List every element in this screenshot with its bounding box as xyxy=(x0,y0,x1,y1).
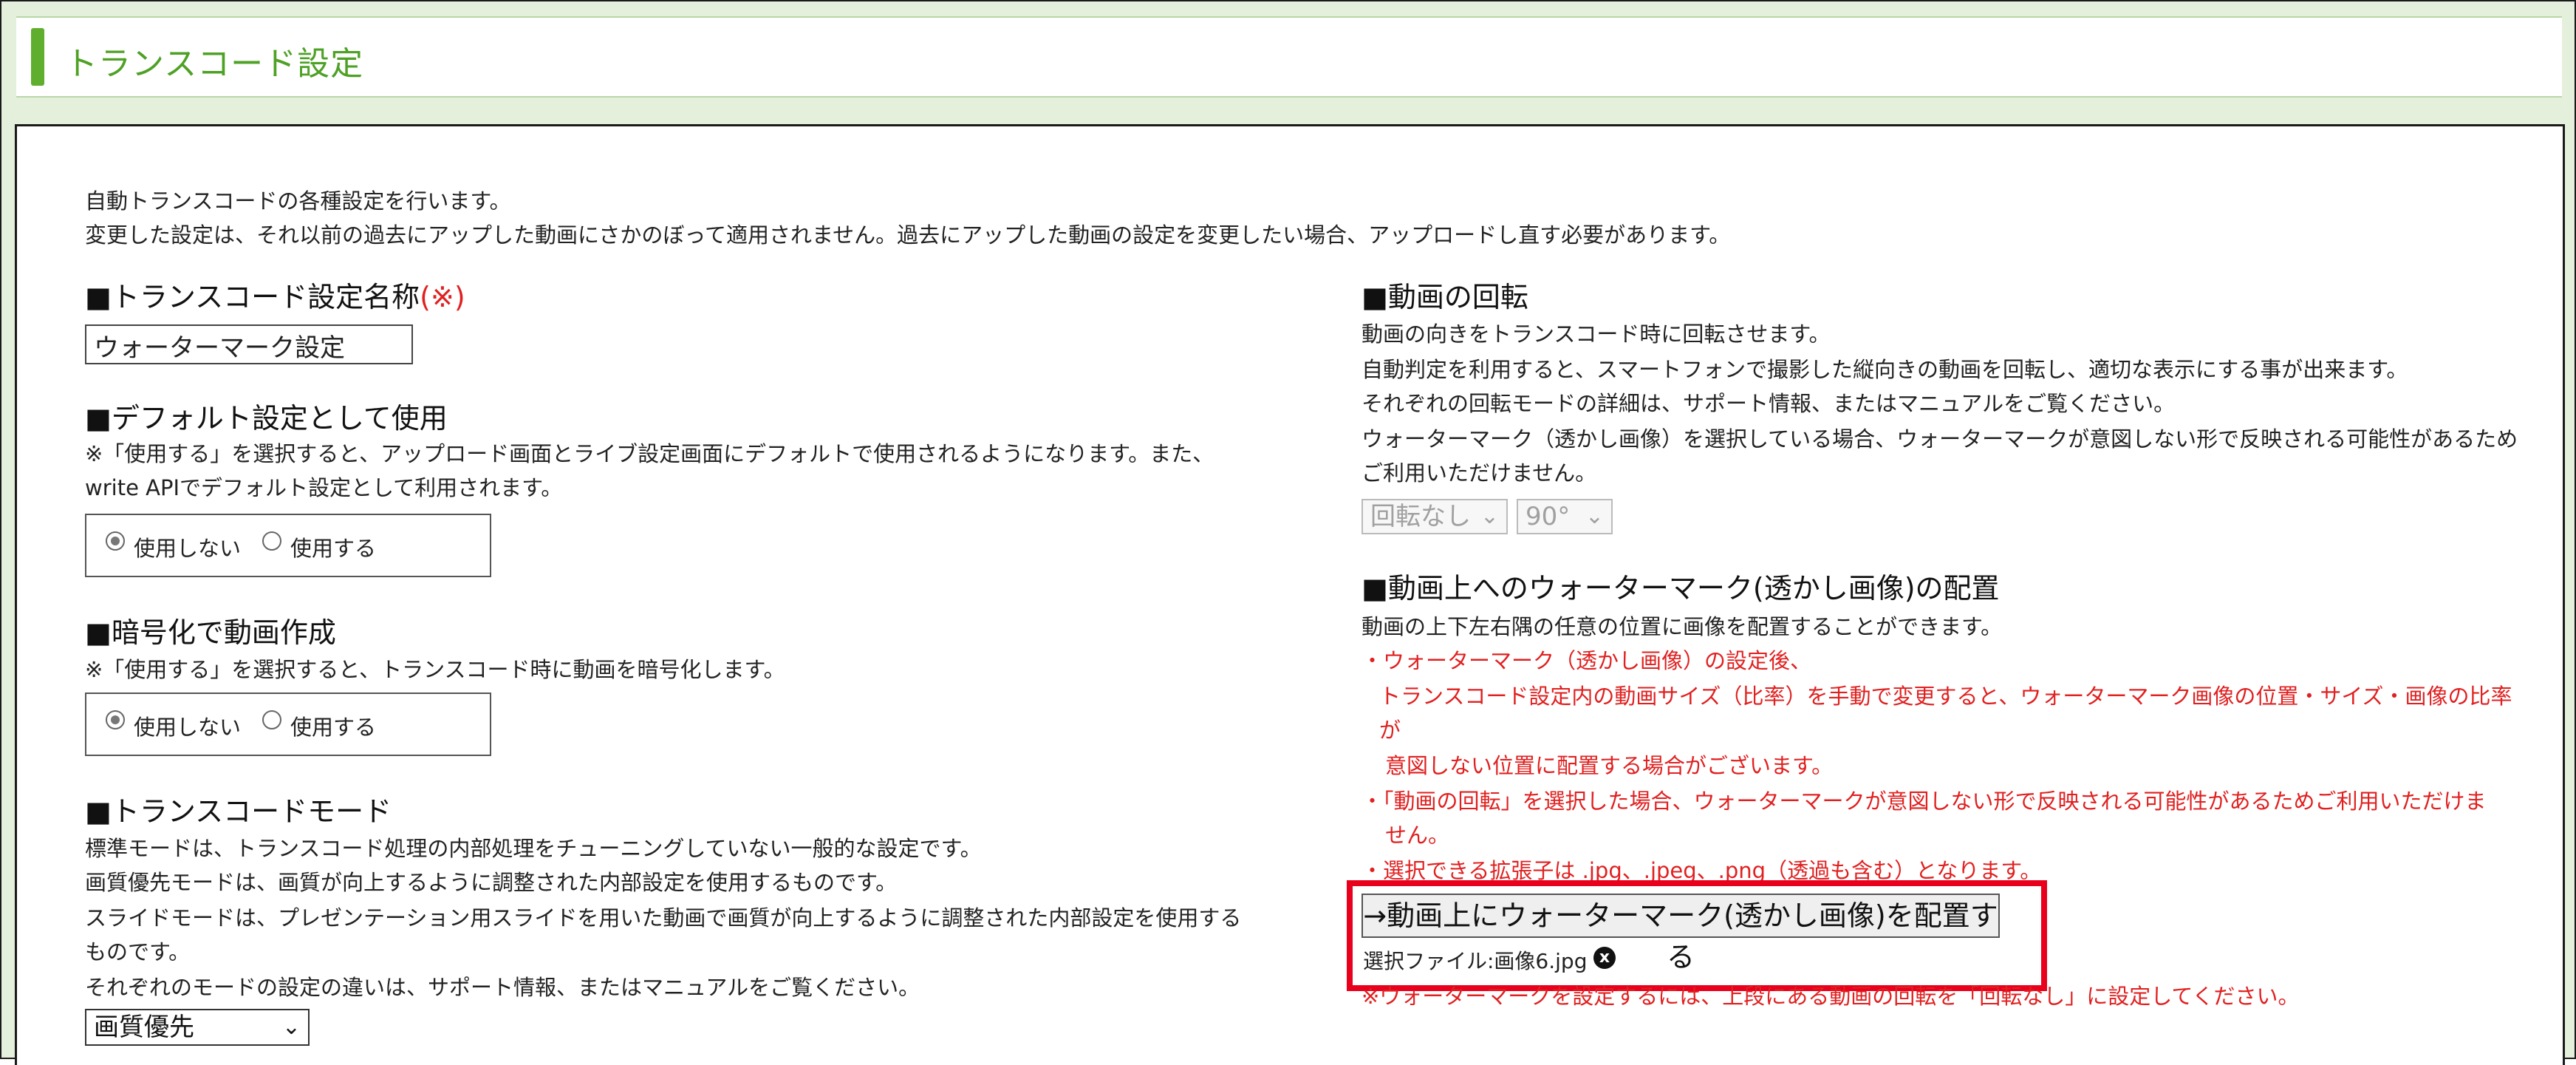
encrypt-radio-group: 使用しない 使用する xyxy=(85,693,491,756)
name-section-heading: ■トランスコード設定名称(※) xyxy=(85,274,465,315)
mode-line-4: ものです。 xyxy=(85,939,191,964)
watermark-warning-6: せん。 xyxy=(1385,823,1450,848)
mode-section-heading: ■トランスコードモード xyxy=(85,795,392,828)
name-heading-text: ■トランスコード設定名称 xyxy=(85,281,420,313)
rotation-line-2: 自動判定を利用すると、スマートフォンで撮影した縦向きの動画を回転し、適切な表示に… xyxy=(1362,357,2408,382)
chevron-down-icon: ⌄ xyxy=(1585,503,1604,529)
rotation-line-4: ウォーターマーク（透かし画像）を選択している場合、ウォーターマークが意図しない形… xyxy=(1362,426,2518,452)
default-radio-no[interactable] xyxy=(106,531,125,551)
encrypt-section-heading: ■暗号化で動画作成 xyxy=(85,616,336,649)
mode-line-3: スライドモードは、プレゼンテーション用スライドを用いた動画で画質が向上するように… xyxy=(85,905,1242,930)
rotation-section-heading: ■動画の回転 xyxy=(1362,281,1528,313)
rotation-angle-value: 90° xyxy=(1526,502,1571,531)
watermark-warning-5: ・「動画の回転」を選択した場合、ウォーターマークが意図しない形で反映される可能性… xyxy=(1362,789,2487,814)
watermark-line-1: 動画の上下左右隅の任意の位置に画像を配置することができます。 xyxy=(1362,614,2003,639)
encrypt-radio-yes[interactable] xyxy=(262,710,281,729)
mode-line-2: 画質優先モードは、画質が向上するように調整された内部設定を使用するものです。 xyxy=(85,870,898,895)
chevron-down-icon: ⌄ xyxy=(281,1014,301,1040)
encrypt-radio-yes-label: 使用する xyxy=(290,715,377,740)
rotation-line-5: ご利用いただけません。 xyxy=(1362,460,1597,486)
place-watermark-button[interactable]: →動画上にウォーターマーク(透かし画像)を配置する xyxy=(1362,894,2000,973)
watermark-warning-1: ・ウォーターマーク（透かし画像）の設定後、 xyxy=(1362,648,1812,673)
default-radio-group: 使用しない 使用する xyxy=(85,514,491,577)
default-radio-yes-label: 使用する xyxy=(290,536,377,561)
rotation-angle-select[interactable]: 90° ⌄ xyxy=(1517,499,1613,534)
rotation-mode-value: 回転なし xyxy=(1370,502,1471,531)
required-mark: (※) xyxy=(420,281,465,313)
default-note-1: ※「使用する」を選択すると、アップロード画面とライブ設定画面にデフォルトで使用さ… xyxy=(85,441,1214,466)
intro-line-2: 変更した設定は、それ以前の過去にアップした動画にさかのぼって適用されません。過去… xyxy=(85,222,1731,248)
chevron-down-icon: ⌄ xyxy=(1480,503,1499,529)
watermark-bottom-note: ※ウォーターマークを設定するには、上段にある動画の回転を「回転なし」に設定してく… xyxy=(1362,984,2300,1009)
header-accent-bar xyxy=(31,28,44,86)
intro-line-1: 自動トランスコードの各種設定を行います。 xyxy=(85,188,511,214)
transcode-mode-value: 画質優先 xyxy=(94,1013,194,1042)
mode-line-5: それぞれのモードの設定の違いは、サポート情報、またはマニュアルをご覧ください。 xyxy=(85,975,920,1000)
setting-name-input[interactable]: ウォーターマーク設定 xyxy=(85,324,413,364)
encrypt-radio-no[interactable] xyxy=(106,710,125,729)
selected-file-label: 選択ファイル:画像6.jpg xyxy=(1363,949,1588,973)
default-note-2: write APIでデフォルト設定として利用されます。 xyxy=(85,475,563,500)
mode-line-1: 標準モードは、トランスコード処理の内部処理をチューニングしていない一般的な設定で… xyxy=(85,836,982,861)
transcode-mode-select[interactable]: 画質優先 ⌄ xyxy=(85,1009,310,1046)
page-title: トランスコード設定 xyxy=(65,45,364,83)
rotation-mode-select[interactable]: 回転なし ⌄ xyxy=(1362,499,1508,534)
default-radio-yes[interactable] xyxy=(262,531,281,551)
default-section-heading: ■デフォルト設定として使用 xyxy=(85,402,448,435)
rotation-line-1: 動画の向きをトランスコード時に回転させます。 xyxy=(1362,321,1831,347)
encrypt-note: ※「使用する」を選択すると、トランスコード時に動画を暗号化します。 xyxy=(85,657,785,682)
rotation-line-3: それぞれの回転モードの詳細は、サポート情報、またはマニュアルをご覧ください。 xyxy=(1362,391,2176,416)
watermark-warning-2: トランスコード設定内の動画サイズ（比率）を手動で変更すると、ウォーターマーク画像… xyxy=(1379,684,2512,709)
watermark-warning-4: 意図しない位置に配置する場合がございます。 xyxy=(1385,753,1834,778)
settings-panel: 自動トランスコードの各種設定を行います。 変更した設定は、それ以前の過去にアップ… xyxy=(15,124,2565,1065)
watermark-warning-3: が xyxy=(1379,718,1401,743)
remove-file-icon[interactable]: x xyxy=(1593,947,1616,969)
watermark-section-heading: ■動画上へのウォーターマーク(透かし画像)の配置 xyxy=(1362,572,2000,605)
default-radio-no-label: 使用しない xyxy=(134,536,242,561)
encrypt-radio-no-label: 使用しない xyxy=(134,715,242,740)
page-header: トランスコード設定 xyxy=(16,16,2562,98)
